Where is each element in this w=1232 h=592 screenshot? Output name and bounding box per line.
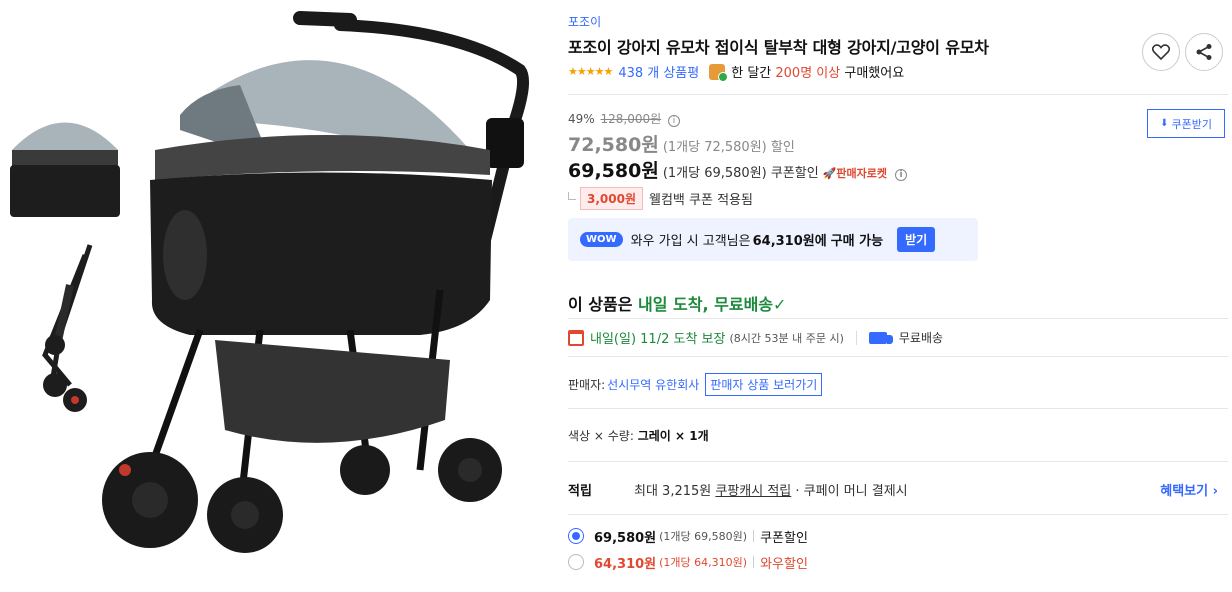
info-icon[interactable]: i (668, 115, 680, 127)
wow-badge: WOW (580, 232, 623, 247)
seller-rocket-badge: 🚀판매자로켓 (823, 165, 887, 181)
option-price: 69,580원 (594, 530, 657, 546)
wow-price: 64,310원에 (752, 234, 827, 249)
discount-rate: 49% (568, 112, 595, 126)
review-count-link[interactable]: 438 개 상품평 (618, 62, 699, 81)
option-value: 그레이 × 1개 (637, 429, 709, 443)
download-icon: ⬇ (1160, 118, 1169, 129)
buy-suffix: 구매했어요 (844, 66, 905, 81)
truck-icon (868, 331, 893, 344)
sale-price: 72,580원 (568, 134, 659, 156)
welcome-coupon-text: 웰컴백 쿠폰 적용됨 (649, 193, 753, 208)
coupang-cash-link[interactable]: 쿠팡캐시 적립 (715, 480, 791, 499)
arrival-highlight: 내일 도착, 무료배송 (638, 295, 774, 314)
arrival-prefix: 이 상품은 (568, 295, 633, 314)
coupon-price-row: 69,580원 (1개당 69,580원) 쿠폰할인 🚀판매자로켓 i (568, 156, 908, 183)
info-icon[interactable]: i (895, 169, 908, 181)
seller-label: 판매자: (568, 378, 606, 392)
coupon-price-sub: (1개당 69,580원) 쿠폰할인 (662, 166, 819, 181)
share-icon (1196, 44, 1212, 60)
seller-row: 판매자: 선시무역 유한회사 판매자 상품 보러가기 (568, 373, 823, 396)
separator (753, 556, 755, 568)
price-option-wow[interactable]: 64,310원 (1개당 64,310원) 와우할인 (568, 551, 808, 573)
share-button[interactable] (1185, 33, 1223, 71)
divider (568, 514, 1228, 515)
divider (568, 461, 1228, 462)
option-sub: (1개당 64,310원) (659, 556, 748, 569)
check-icon: ✓ (773, 295, 787, 314)
wow-receive-button[interactable]: 받기 (897, 227, 936, 252)
purchase-count: 한 달간 200명 이상 구매했어요 (731, 62, 904, 81)
free-shipping-label: 무료배송 (898, 331, 944, 345)
rocket-icon: 🚀 (822, 167, 837, 180)
heart-icon (1152, 44, 1170, 60)
elbow-connector (568, 191, 576, 200)
coupon-download-button[interactable]: ⬇ 쿠폰받기 (1147, 109, 1225, 138)
delivery-row: 내일(일) 11/2 도착 보장 (8시간 53분 내 주문 시) 무료배송 (568, 328, 943, 347)
original-price: 128,000원 (600, 112, 662, 126)
separator (753, 530, 755, 542)
delivery-note: (8시간 53분 내 주문 시) (729, 331, 844, 345)
coupon-price: 69,580원 (568, 160, 659, 182)
sale-price-row: 72,580원 (1개당 72,580원) 할인 (568, 130, 795, 157)
option-price: 64,310원 (594, 556, 657, 572)
radio-button[interactable] (568, 528, 584, 544)
wow-prefix: 와우 가입 시 고객님은 (630, 234, 751, 249)
seller-products-button[interactable]: 판매자 상품 보러가기 (705, 373, 823, 396)
points-prefix: 최대 3,215원 (634, 484, 712, 499)
divider (568, 94, 1228, 95)
buy-highlight: 200명 이상 (775, 66, 841, 81)
separator (855, 330, 857, 345)
benefit-link[interactable]: 혜택보기 › (1160, 480, 1218, 499)
points-row: 적립 최대 3,215원 쿠팡캐시 적립 · 쿠페이 머니 결제시 혜택보기 › (568, 480, 1224, 499)
option-label: 쿠폰할인 (760, 530, 808, 546)
option-sub: (1개당 69,580원) (659, 530, 748, 543)
divider (568, 318, 1228, 319)
delivery-date: 내일(일) 11/2 도착 보장 (590, 332, 726, 347)
radio-button[interactable] (568, 554, 584, 570)
arrival-headline: 이 상품은 내일 도착, 무료배송✓ (568, 291, 786, 315)
product-info-panel: 포조이 포조이 강아지 유모차 접이식 탈부착 대형 강아지/고양이 유모차 ★… (568, 0, 1228, 592)
points-label: 적립 (568, 484, 592, 499)
stroller-illustration (102, 11, 530, 553)
divider (568, 356, 1228, 357)
option-label: 색상 × 수량: (568, 429, 634, 443)
rating-row: ★★★★★ 438 개 상품평 한 달간 200명 이상 구매했어요 (568, 62, 904, 82)
price-option-coupon[interactable]: 69,580원 (1개당 69,580원) 쿠폰할인 (568, 525, 808, 547)
welcome-coupon-row: 3,000원 웰컴백 쿠폰 적용됨 (568, 187, 753, 210)
divider (568, 408, 1228, 409)
option-label: 와우할인 (760, 556, 808, 572)
rocket-label: 판매자로켓 (836, 167, 888, 180)
product-title: 포조이 강아지 유모차 접이식 탈부착 대형 강아지/고양이 유모차 (568, 38, 989, 57)
buy-prefix: 한 달간 (731, 66, 772, 81)
wow-suffix: 구매 가능 (830, 234, 884, 249)
option-row: 색상 × 수량: 그레이 × 1개 (568, 427, 709, 444)
seller-name-link[interactable]: 선시무역 유한회사 (607, 376, 699, 393)
brand-link[interactable]: 포조이 (568, 13, 601, 30)
discount-row: 49% 128,000원 i (568, 110, 680, 127)
rating-stars: ★★★★★ (568, 65, 613, 78)
welcome-coupon-amount: 3,000원 (580, 187, 643, 210)
main-product-image (0, 0, 552, 592)
coupon-download-label: 쿠폰받기 (1171, 117, 1212, 131)
sale-price-sub: (1개당 72,580원) 할인 (662, 140, 795, 155)
points-suffix: · 쿠페이 머니 결제시 (795, 484, 908, 499)
calendar-icon (568, 329, 584, 346)
shopping-bag-icon (709, 63, 729, 82)
wishlist-button[interactable] (1142, 33, 1180, 71)
wow-promo-box: WOW 와우 가입 시 고객님은 64,310원에 구매 가능 받기 (568, 218, 978, 261)
